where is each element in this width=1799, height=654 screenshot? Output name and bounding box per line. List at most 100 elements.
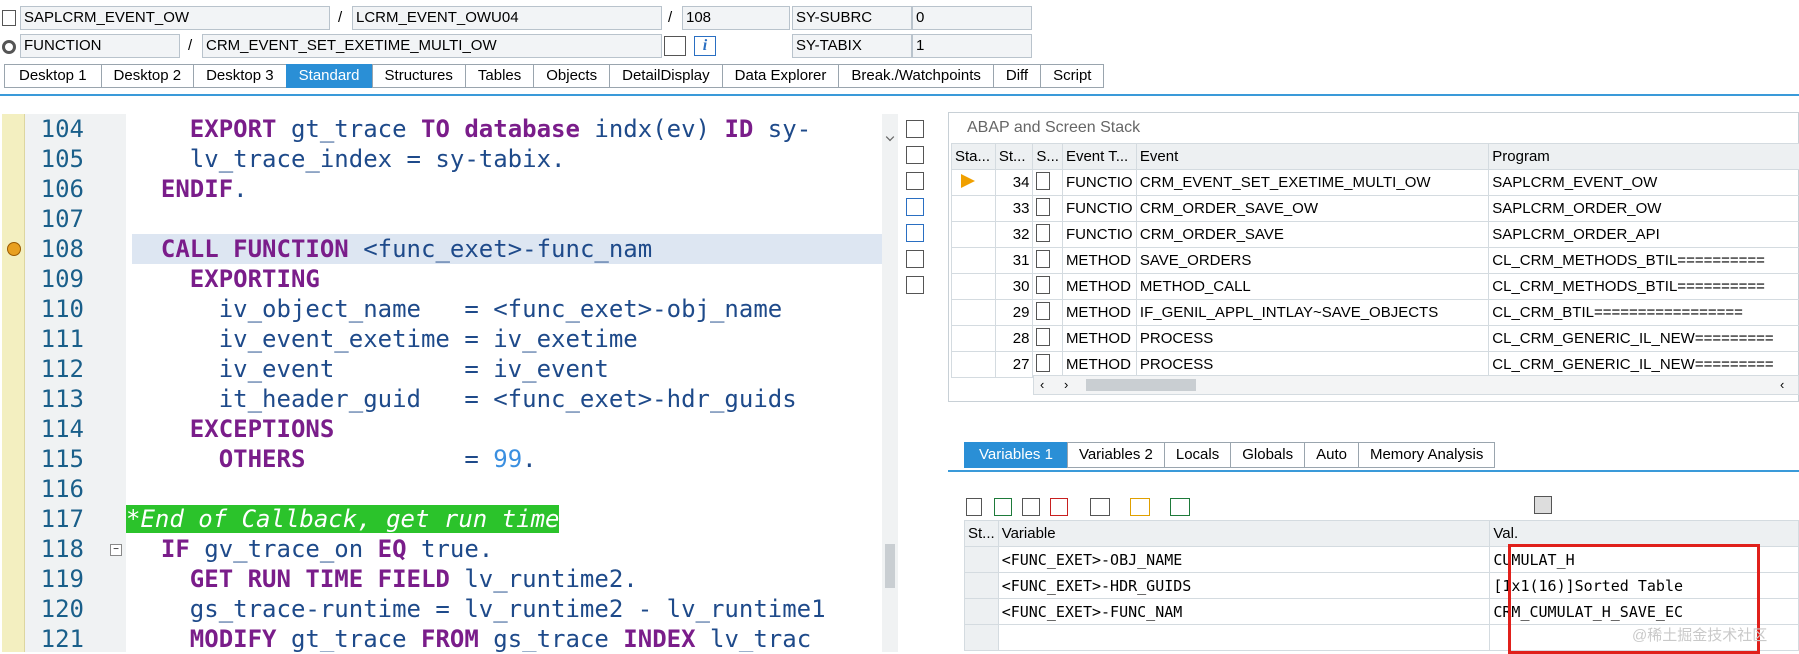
refresh-icon[interactable] xyxy=(906,172,924,190)
expand-icon[interactable] xyxy=(906,224,924,242)
table-row[interactable]: 32 FUNCTIO CRM_ORDER_SAVE SAPLCRM_ORDER_… xyxy=(952,222,1799,248)
tab-diff[interactable]: Diff xyxy=(993,64,1040,88)
tab-data-explorer[interactable]: Data Explorer xyxy=(722,64,839,88)
function-name-field[interactable]: CRM_EVENT_SET_EXETIME_MULTI_OW xyxy=(202,34,662,58)
chevron-down-icon[interactable] xyxy=(886,133,894,141)
table-icon[interactable] xyxy=(906,120,924,138)
code-line: MODIFY gt_trace FROM gs_trace INDEX lv_t… xyxy=(132,624,811,652)
tab-standard[interactable]: Standard xyxy=(286,64,372,88)
save-icon[interactable] xyxy=(1534,496,1552,514)
event-type: FUNCTIO xyxy=(1062,196,1136,222)
tab-auto[interactable]: Auto xyxy=(1304,442,1358,468)
comment-line: *End of Callback, get run time xyxy=(126,504,559,534)
stack-hscrollbar[interactable]: ‹ › ‹ xyxy=(1033,375,1799,395)
table-row[interactable]: 30 METHOD METHOD_CALL CL_CRM_METHODS_BTI… xyxy=(952,274,1799,300)
include-field[interactable]: LCRM_EVENT_OWU04 xyxy=(352,6,662,30)
program-field[interactable]: SAPLCRM_EVENT_OW xyxy=(20,6,330,30)
tab-desktop-1[interactable]: Desktop 1 xyxy=(4,64,101,88)
breakpoint-gutter[interactable] xyxy=(2,114,25,652)
kind-field[interactable]: FUNCTION xyxy=(20,34,180,58)
trash-icon[interactable] xyxy=(966,498,982,516)
col-program[interactable]: Program xyxy=(1489,144,1799,170)
table-row[interactable]: 31 METHOD SAVE_ORDERS CL_CRM_METHODS_BTI… xyxy=(952,248,1799,274)
scroll-thumb[interactable] xyxy=(1086,379,1196,391)
tab-objects[interactable]: Objects xyxy=(533,64,609,88)
event-name: CRM_ORDER_SAVE_OW xyxy=(1136,196,1488,222)
stack-level: 30 xyxy=(995,274,1033,300)
divider xyxy=(0,94,1799,96)
info-icon[interactable]: i xyxy=(694,36,716,56)
line-number: 108 xyxy=(24,234,84,264)
append-row-icon[interactable] xyxy=(1022,498,1040,516)
chevron-left-icon[interactable]: ‹ xyxy=(1780,379,1784,391)
tab-memory-analysis[interactable]: Memory Analysis xyxy=(1358,442,1495,468)
variable-name[interactable]: <FUNC_EXET>-FUNC_NAM xyxy=(998,599,1490,625)
col-status[interactable]: Sta... xyxy=(952,144,996,170)
document-icon xyxy=(1033,170,1063,196)
scroll-thumb[interactable] xyxy=(885,544,895,588)
lock-icon[interactable] xyxy=(906,250,924,268)
code-line: ENDIF. xyxy=(132,174,248,204)
col-variable[interactable]: Variable xyxy=(998,521,1490,547)
code-line: it_header_guid = <func_exet>-hdr_guids xyxy=(132,384,797,414)
separator-slash: / xyxy=(668,6,672,30)
tab-desktop-3[interactable]: Desktop 3 xyxy=(193,64,286,88)
document-icon xyxy=(1033,352,1063,378)
insert-row-icon[interactable] xyxy=(994,498,1012,516)
table-row[interactable]: 28 METHOD PROCESS CL_CRM_GENERIC_IL_NEW=… xyxy=(952,326,1799,352)
tab-structures[interactable]: Structures xyxy=(372,64,465,88)
transfer-icon[interactable] xyxy=(1130,498,1150,516)
event-type: METHOD xyxy=(1062,248,1136,274)
document-icon xyxy=(1033,222,1063,248)
collapse-toggle-icon[interactable]: − xyxy=(110,544,122,556)
tab-watchpoints[interactable]: Break./Watchpoints xyxy=(838,64,993,88)
col-event-type[interactable]: Event T... xyxy=(1062,144,1136,170)
settings-icon[interactable] xyxy=(906,276,924,294)
stack-table: Sta... St... S... Event T... Event Progr… xyxy=(951,143,1799,378)
chevron-right-icon[interactable]: › xyxy=(1064,379,1068,391)
sy-subrc-value[interactable]: 0 xyxy=(912,6,1032,30)
table-row[interactable]: 34 FUNCTIO CRM_EVENT_SET_EXETIME_MULTI_O… xyxy=(952,170,1799,196)
line-field[interactable]: 108 xyxy=(682,6,790,30)
shrink-icon[interactable] xyxy=(906,198,924,216)
filter-icon[interactable] xyxy=(1170,498,1190,516)
table-row[interactable]: 33 FUNCTIO CRM_ORDER_SAVE_OW SAPLCRM_ORD… xyxy=(952,196,1799,222)
event-name: METHOD_CALL xyxy=(1136,274,1488,300)
sy-tabix-value[interactable]: 1 xyxy=(912,34,1032,58)
new-page-icon[interactable] xyxy=(906,146,924,164)
col-s[interactable]: S... xyxy=(1033,144,1063,170)
sy-tabix-label: SY-TABIX xyxy=(792,34,912,58)
fold-gutter xyxy=(84,114,127,652)
goto-icon[interactable] xyxy=(664,36,686,56)
line-number: 119 xyxy=(24,564,84,594)
tab-tables[interactable]: Tables xyxy=(465,64,533,88)
document-icon xyxy=(1033,196,1063,222)
source-editor[interactable]: − 104 105 106 107 108 109 110 111 112 11… xyxy=(2,114,898,652)
tab-globals[interactable]: Globals xyxy=(1230,442,1304,468)
tab-variables-2[interactable]: Variables 2 xyxy=(1067,442,1164,468)
code-area[interactable]: EXPORT gt_trace TO database indx(ev) ID … xyxy=(126,114,882,652)
code-line: IF gv_trace_on EQ true. xyxy=(132,534,493,564)
code-line: gs_trace-runtime = lv_runtime2 - lv_runt… xyxy=(132,594,826,624)
tab-variables-1[interactable]: Variables 1 xyxy=(964,442,1067,468)
variable-name[interactable]: <FUNC_EXET>-HDR_GUIDS xyxy=(998,573,1490,599)
table-row[interactable]: 29 METHOD IF_GENIL_APPL_INTLAY~SAVE_OBJE… xyxy=(952,300,1799,326)
col-event[interactable]: Event xyxy=(1136,144,1488,170)
variable-name[interactable]: <FUNC_EXET>-OBJ_NAME xyxy=(998,547,1490,573)
variables-header-row: St... Variable Val. xyxy=(965,521,1799,547)
hierarchy-icon[interactable] xyxy=(1090,498,1110,516)
col-value[interactable]: Val. xyxy=(1490,521,1799,547)
col-st[interactable]: St... xyxy=(965,521,999,547)
tab-locals[interactable]: Locals xyxy=(1164,442,1230,468)
event-type: METHOD xyxy=(1062,274,1136,300)
editor-scrollbar[interactable] xyxy=(882,114,898,652)
col-level[interactable]: St... xyxy=(995,144,1033,170)
delete-row-icon[interactable] xyxy=(1050,498,1068,516)
table-row[interactable]: 27 METHOD PROCESS CL_CRM_GENERIC_IL_NEW=… xyxy=(952,352,1799,378)
chevron-left-icon[interactable]: ‹ xyxy=(1040,379,1044,391)
tab-desktop-2[interactable]: Desktop 2 xyxy=(101,64,194,88)
document-icon xyxy=(1033,300,1063,326)
tab-script[interactable]: Script xyxy=(1040,64,1104,88)
tab-detaildisplay[interactable]: DetailDisplay xyxy=(609,64,722,88)
code-line: GET RUN TIME FIELD lv_runtime2. xyxy=(132,564,638,594)
